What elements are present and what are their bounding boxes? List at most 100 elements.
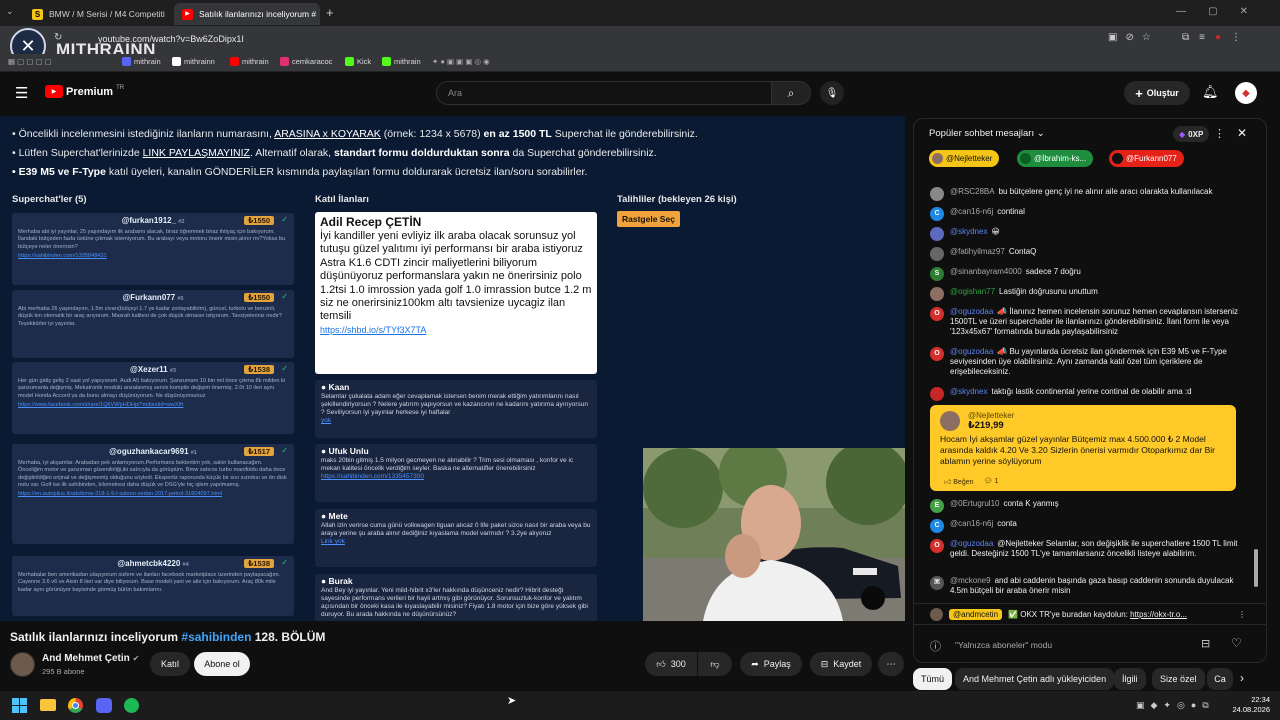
like-superchat-button[interactable]: 👍︎ Beğen xyxy=(944,477,974,486)
ticker-banner[interactable]: @andmcetin ✅ OKX TR'ye buradan kaydolun:… xyxy=(914,603,1266,625)
save-button[interactable]: ⊟ Kaydet xyxy=(810,652,872,676)
chat-message: @ogishan77 Lastiğin doğrusunu unuttum xyxy=(930,287,1252,301)
chip-all[interactable]: Tümü xyxy=(913,668,953,690)
youtube-logo[interactable]: ▶ Premium TR xyxy=(45,85,124,98)
bookmark[interactable]: mithrain xyxy=(122,57,161,66)
like-count: 300 xyxy=(670,659,686,669)
bookmark[interactable]: cemkaracoc xyxy=(280,57,332,66)
window-controls: —▢✕ xyxy=(1176,6,1270,17)
chat-message: O @oguzodaa 📣 İlanınız hemen incelensin so… xyxy=(930,307,1252,337)
pinned-chip[interactable]: @Nejletteker xyxy=(929,150,1000,167)
bookmark[interactable]: mithrain xyxy=(382,57,421,66)
media-icon[interactable]: ≡ xyxy=(1199,32,1205,46)
superchat-text: Merhabalar ben amerikadan ulaşıyorum siz… xyxy=(18,572,281,593)
clock: 22:34 24.08.2026 xyxy=(1232,695,1270,715)
thumbs-up-icon: 👍︎ xyxy=(656,658,666,669)
screen-icon[interactable]: ▣ xyxy=(1108,32,1117,46)
bookmark[interactable]: mithrain xyxy=(230,57,269,66)
create-button[interactable]: + Oluştur xyxy=(1124,81,1190,105)
bookmark[interactable]: Kick xyxy=(345,57,371,66)
eye-off-icon[interactable]: ⊘ xyxy=(1125,32,1133,46)
chrome-icon[interactable] xyxy=(68,698,83,713)
search-box[interactable]: Ara xyxy=(436,81,772,105)
avatar xyxy=(940,411,960,431)
new-tab-button[interactable]: + xyxy=(326,5,334,20)
chip-for-you[interactable]: Size özel xyxy=(1152,668,1205,690)
chat-message: O @oguzodaa 📣 Bu yayınlarda ücretsiz ilan … xyxy=(930,347,1252,377)
super-chat-icon[interactable]: ⊟ xyxy=(1201,637,1210,650)
menu-icon[interactable]: ⋮ xyxy=(1231,32,1241,46)
avatar xyxy=(930,607,943,621)
tab-bmw[interactable]: S BMW / M Serisi / M4 Competiti ✕ xyxy=(24,3,172,25)
ticker-menu-icon[interactable]: ⋮ xyxy=(1238,610,1246,619)
close-chat-icon[interactable]: ✕ xyxy=(1237,126,1247,140)
info-icon[interactable]: ⓘ xyxy=(930,638,941,654)
bookmark[interactable]: mithrainn xyxy=(172,57,215,66)
star-icon[interactable]: ☆ xyxy=(1142,32,1151,46)
verified-icon: ✔ xyxy=(132,654,140,663)
account-avatar[interactable]: ◆ xyxy=(1235,82,1257,104)
avatar xyxy=(1020,153,1031,164)
pinned-chip[interactable]: @Furkann077 xyxy=(1109,150,1184,167)
share-button[interactable]: ➦ Paylaş xyxy=(740,652,802,676)
notifications-bell-icon[interactable]: 🔔︎ xyxy=(1202,84,1219,100)
check-icon: ✓ xyxy=(281,215,288,224)
channel-avatar[interactable] xyxy=(10,652,35,677)
like-button[interactable]: 👍︎ 300 xyxy=(645,652,697,676)
chip-uploader[interactable]: And Mehmet Çetin adlı yükleyiciden xyxy=(955,668,1115,690)
extensions-icon[interactable]: ⧉ xyxy=(1182,32,1189,46)
chat-menu-icon[interactable]: ⋮ xyxy=(1214,127,1225,140)
rule-line: • Lütfen Superchat'lerinizde LINK PAYLAŞ… xyxy=(12,147,657,159)
listing-text: Selamlar çukalata adam eğer cevaplamak i… xyxy=(321,393,588,416)
chat-scrollbar[interactable] xyxy=(1254,549,1258,587)
join-button[interactable]: Katıl xyxy=(150,652,190,676)
file-explorer-icon[interactable] xyxy=(40,699,56,711)
pinned-chip[interactable]: @İbrahim-ks... xyxy=(1017,150,1094,167)
search-button[interactable]: ⌕ xyxy=(771,81,811,105)
chip-related[interactable]: İlgili xyxy=(1114,668,1146,690)
points-badge[interactable]: ◆ 0XP xyxy=(1173,126,1210,142)
profile-icon[interactable]: ● xyxy=(1215,32,1221,46)
listing-link: Link yok xyxy=(321,538,345,545)
superchat-amount: ₺1550 xyxy=(244,216,274,226)
windows-start-icon[interactable] xyxy=(12,698,27,713)
search-input[interactable]: Ara xyxy=(448,88,462,98)
channel-name[interactable]: And Mehmet Çetin ✔ xyxy=(42,653,139,664)
avatar: S xyxy=(930,267,944,281)
share-label: Paylaş xyxy=(763,659,791,669)
superchat-message: @Nejletteker ₺219,99 Hocam İyi akşamlar g… xyxy=(930,405,1236,491)
featured-link: https://shbd.io/s/TYf3X7TA xyxy=(320,324,427,335)
spotify-icon[interactable] xyxy=(124,698,139,713)
discord-icon[interactable] xyxy=(96,698,112,713)
bookmark-label: mithrain xyxy=(134,57,161,66)
chip-partial[interactable]: Ca xyxy=(1207,668,1233,690)
hashtag-link[interactable]: #sahibinden xyxy=(181,630,251,644)
save-label: Kaydet xyxy=(833,659,862,669)
more-icon: ⋯ xyxy=(886,658,896,669)
video-player[interactable]: • Öncelikli incelenmesini istediğiniz il… xyxy=(0,116,905,621)
rule-line: • E39 M5 ve F-Type katıl üyeleri, kanalı… xyxy=(12,166,588,178)
listing-text: And Bey iyi yayınlar. Yeni mild-hibrit x… xyxy=(321,587,588,618)
dislike-button[interactable]: 👎︎ xyxy=(698,652,732,676)
superchat-link: https://en.autoplius.lt/ads/bmw-318-1-5-… xyxy=(18,491,222,498)
reply-count[interactable]: 💬︎ 1 xyxy=(984,477,999,486)
close-tab-icon[interactable]: ✕ xyxy=(171,9,172,20)
tab-youtube[interactable]: ▶ Satılık ilanlarınızı inceliyorum # ✕ xyxy=(174,3,320,25)
superchat-text: Her gün gidiş geliş 2 saat yol yapıyorum… xyxy=(18,378,286,399)
tab-search-icon[interactable]: ⌄ xyxy=(6,6,20,20)
more-actions-button[interactable]: ⋯ xyxy=(878,652,904,676)
chat-mode-dropdown[interactable]: Popüler sohbet mesajları ⌄ xyxy=(929,128,1045,139)
heart-icon[interactable]: ♡ xyxy=(1231,636,1242,650)
superchat-amount: ₺1538 xyxy=(244,559,274,569)
instagram-icon xyxy=(280,57,289,66)
chips-next-icon[interactable]: › xyxy=(1240,671,1244,685)
streamer-webcam xyxy=(643,448,905,621)
superchat-card: @Xezer11 #3 ₺1538 ✓ Her gün gidiş geliş 2… xyxy=(12,362,294,434)
bookmark-extra-icons: ✦ ● ▣ ▣ ▣ ◎ ◉ xyxy=(432,57,490,66)
subscribe-button[interactable]: Abone ol xyxy=(194,652,250,676)
hamburger-menu-icon[interactable]: ☰ xyxy=(15,84,28,102)
reload-icon[interactable]: ↻ xyxy=(54,32,62,43)
superchat-text: Merhaba, iyi akşamlar. Arabadan pek anla… xyxy=(18,460,287,488)
url-field[interactable]: youtube.com/watch?v=Bw6ZoDipx1I xyxy=(98,34,244,44)
voice-search-button[interactable]: 🎙 xyxy=(820,81,844,105)
